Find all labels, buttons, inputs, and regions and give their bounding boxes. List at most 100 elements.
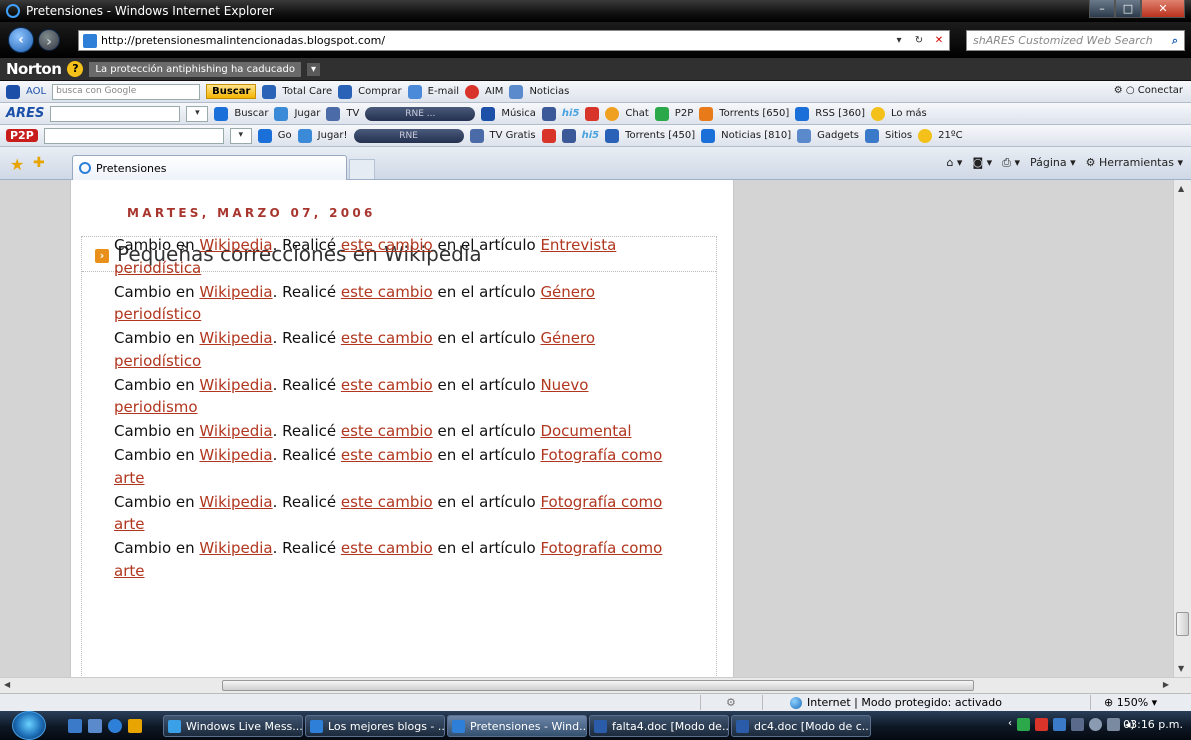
address-bar[interactable]: http://pretensionesmalintencionadas.blog… [78, 30, 950, 51]
scroll-up-icon[interactable]: ▲ [1178, 184, 1184, 193]
add-favorites-icon[interactable]: ✚ [33, 155, 45, 171]
go-button[interactable]: Go [278, 130, 292, 141]
maximize-button[interactable]: □ [1115, 0, 1141, 18]
tray-app-icon[interactable] [1017, 718, 1030, 731]
horizontal-scrollbar[interactable]: ◀ ▶ [0, 677, 1191, 693]
p2p-search-input[interactable] [43, 127, 224, 144]
torrents-button[interactable]: Torrents [650] [719, 108, 789, 119]
ares-tv-button[interactable]: TV [346, 108, 359, 119]
show-desktop-icon[interactable] [68, 719, 82, 733]
pagina-menu[interactable]: Página ▾ [1030, 156, 1076, 170]
p2p-torrents-button[interactable]: Torrents [450] [625, 130, 695, 141]
musica-button[interactable]: Música [501, 108, 536, 119]
wikipedia-link[interactable]: Wikipedia [199, 539, 272, 557]
tray-clock-icon[interactable] [1089, 718, 1102, 731]
taskbar-button[interactable]: Los mejores blogs - ... [305, 715, 445, 737]
buscar-button[interactable]: Buscar [206, 84, 257, 99]
aim-button[interactable]: AIM [485, 86, 503, 97]
zoom-level[interactable]: ⊕ 150% ▾ [1104, 696, 1157, 709]
este-cambio-link[interactable]: este cambio [341, 283, 433, 301]
taskbar-button[interactable]: Windows Live Mess... [163, 715, 303, 737]
wikipedia-link[interactable]: Wikipedia [199, 493, 272, 511]
tray-chevron-icon[interactable]: ‹ [1008, 718, 1012, 731]
favorites-star-icon[interactable]: ★ [10, 155, 24, 174]
tab-pretensiones[interactable]: Pretensiones [72, 155, 347, 180]
youtube-icon[interactable] [585, 106, 600, 121]
horizontal-scroll-thumb[interactable] [222, 680, 974, 691]
dropdown-arrow-icon[interactable]: ▾ [891, 33, 907, 48]
wikipedia-link[interactable]: Wikipedia [199, 446, 272, 464]
ares-search-input[interactable] [50, 105, 181, 122]
ares-search-dropdown[interactable]: ▾ [186, 105, 209, 122]
ares-buscar-button[interactable]: Buscar [234, 108, 268, 119]
security-zone[interactable]: Internet | Modo protegido: activado [790, 696, 1002, 709]
switch-windows-icon[interactable] [88, 719, 102, 733]
facebook-icon[interactable] [561, 128, 576, 143]
minimize-button[interactable]: – [1089, 0, 1115, 18]
facebook-icon[interactable] [541, 106, 556, 121]
wikipedia-link[interactable]: Wikipedia [199, 376, 272, 394]
scroll-down-icon[interactable]: ▼ [1178, 664, 1184, 673]
noticias-button[interactable]: Noticias [529, 86, 569, 97]
este-cambio-link[interactable]: este cambio [341, 539, 433, 557]
ie-quicklaunch-icon[interactable] [108, 719, 122, 733]
email-button[interactable]: E-mail [428, 86, 459, 97]
este-cambio-link[interactable]: este cambio [341, 376, 433, 394]
clock[interactable]: 03:16 p.m. [1123, 718, 1183, 731]
radio-player[interactable]: RNE ... [365, 106, 476, 121]
total-care-button[interactable]: Total Care [282, 86, 332, 97]
aol-search-input[interactable]: busca con Google [52, 83, 201, 100]
hi5-icon[interactable]: hi5 [562, 108, 580, 119]
ares-jugar-button[interactable]: Jugar [294, 108, 320, 119]
lo-mas-button[interactable]: Lo más [891, 108, 927, 119]
hi5-icon[interactable]: hi5 [582, 130, 600, 141]
print-icon[interactable]: ⎙ ▾ [1002, 156, 1020, 170]
vertical-scroll-thumb[interactable] [1176, 612, 1189, 636]
youtube-icon[interactable] [541, 128, 556, 143]
search-box[interactable]: shARES Customized Web Search ⌕ [966, 30, 1185, 51]
norton-warning[interactable]: La protección antiphishing ha caducado [89, 61, 302, 77]
tv-gratis-button[interactable]: TV Gratis [490, 130, 536, 141]
scroll-left-icon[interactable]: ◀ [4, 680, 10, 689]
tray-power-icon[interactable] [1107, 718, 1120, 731]
wikipedia-link[interactable]: Wikipedia [199, 283, 272, 301]
tray-messenger-icon[interactable] [1053, 718, 1066, 731]
este-cambio-link[interactable]: este cambio [341, 422, 433, 440]
ares-logo[interactable]: ARES [6, 106, 44, 121]
tray-network-icon[interactable] [1071, 718, 1084, 731]
este-cambio-link[interactable]: este cambio [341, 493, 433, 511]
comprar-button[interactable]: Comprar [358, 86, 402, 97]
article-link[interactable]: Documental [540, 422, 631, 440]
p2p-jugar-button[interactable]: Jugar! [318, 130, 348, 141]
taskbar-button[interactable]: dc4.doc [Modo de c... [731, 715, 871, 737]
p2p-logo[interactable]: P2P [6, 129, 38, 142]
scroll-right-icon[interactable]: ▶ [1163, 680, 1169, 689]
wikipedia-link[interactable]: Wikipedia [199, 329, 272, 347]
address-url[interactable]: http://pretensionesmalintencionadas.blog… [101, 34, 385, 47]
rss-button[interactable]: RSS [360] [815, 108, 865, 119]
close-button[interactable]: ✕ [1141, 0, 1185, 18]
privacy-icon[interactable]: ⚙ [726, 696, 736, 709]
search-icon[interactable]: ⌕ [1166, 34, 1184, 48]
aol-label[interactable]: AOL [26, 86, 46, 97]
stop-icon[interactable]: ✕ [931, 33, 947, 48]
p2p-button[interactable]: P2P [675, 108, 693, 119]
p2p-search-dropdown[interactable]: ▾ [229, 127, 252, 144]
wikipedia-link[interactable]: Wikipedia [199, 236, 272, 254]
chat-button[interactable]: Chat [625, 108, 648, 119]
tray-antivirus-icon[interactable] [1035, 718, 1048, 731]
forward-button[interactable]: › [38, 29, 60, 51]
back-button[interactable]: ‹ [8, 27, 34, 53]
este-cambio-link[interactable]: este cambio [341, 329, 433, 347]
feeds-icon[interactable]: ◙ ▾ [972, 156, 992, 170]
este-cambio-link[interactable]: este cambio [341, 446, 433, 464]
herramientas-menu[interactable]: ⚙ Herramientas ▾ [1086, 156, 1183, 170]
vertical-scrollbar[interactable]: ▲ ▼ [1173, 180, 1191, 677]
media-icon[interactable] [128, 719, 142, 733]
p2p-noticias-button[interactable]: Noticias [810] [721, 130, 791, 141]
search-input[interactable]: shARES Customized Web Search [973, 34, 1166, 47]
new-tab-button[interactable] [349, 159, 375, 179]
este-cambio-link[interactable]: este cambio [341, 236, 433, 254]
taskbar-button[interactable]: falta4.doc [Modo de... [589, 715, 729, 737]
wikipedia-link[interactable]: Wikipedia [199, 422, 272, 440]
